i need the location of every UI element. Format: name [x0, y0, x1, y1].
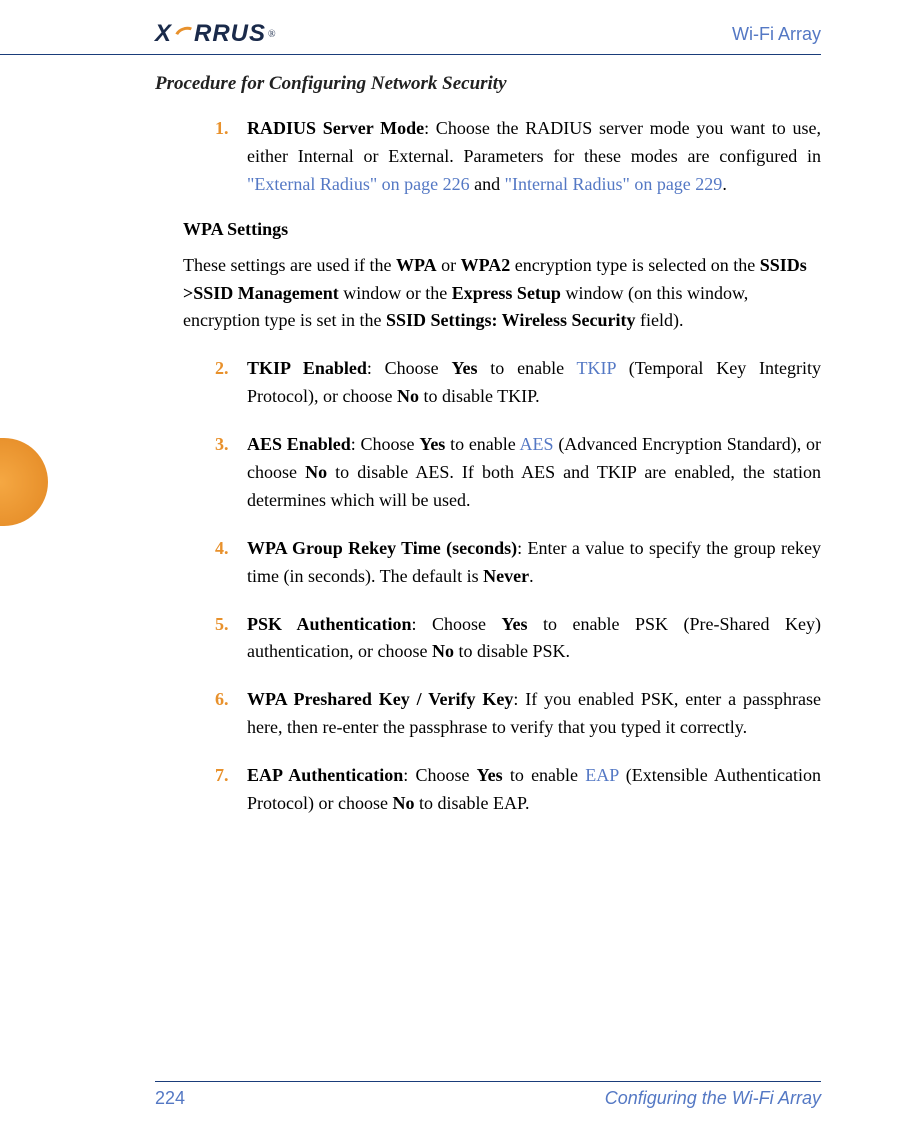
bold: Never — [483, 566, 529, 586]
bold: SSID Settings: Wireless Security — [386, 310, 636, 330]
logo-text: X — [155, 20, 172, 48]
list-number: 2. — [215, 355, 247, 411]
text: window or the — [339, 283, 452, 303]
logo-swoosh-icon — [174, 25, 192, 43]
logo-text-2: RRUS — [194, 20, 266, 48]
bold: Express Setup — [452, 283, 561, 303]
bold: Yes — [502, 614, 528, 634]
list-item-3: 3. AES Enabled: Choose Yes to enable AES… — [215, 431, 821, 515]
list-item-7: 7. EAP Authentication: Choose Yes to ena… — [215, 762, 821, 818]
list-item-4: 4. WPA Group Rekey Time (seconds): Enter… — [215, 535, 821, 591]
wpa-settings-paragraph: These settings are used if the WPA or WP… — [155, 252, 821, 336]
side-tab-decor — [0, 438, 48, 526]
page-number: 224 — [155, 1088, 185, 1109]
list-number: 4. — [215, 535, 247, 591]
text: : Choose — [403, 765, 476, 785]
term: TKIP Enabled — [247, 358, 367, 378]
text: to enable — [445, 434, 519, 454]
text: : Choose — [351, 434, 420, 454]
term: EAP Authentication — [247, 765, 403, 785]
text: : Choose — [367, 358, 452, 378]
logo-registered-icon: ® — [268, 29, 276, 40]
term: AES Enabled — [247, 434, 351, 454]
list-body: RADIUS Server Mode: Choose the RADIUS se… — [247, 115, 821, 199]
text: These settings are used if the — [183, 255, 396, 275]
procedure-title: Procedure for Configuring Network Securi… — [155, 73, 821, 95]
footer-section-title: Configuring the Wi-Fi Array — [605, 1088, 821, 1109]
xref-link[interactable]: EAP — [585, 765, 618, 785]
text: and — [470, 174, 505, 194]
list-item-5: 5. PSK Authentication: Choose Yes to ena… — [215, 611, 821, 667]
brand-logo: X RRUS ® — [155, 20, 276, 48]
term: WPA Group Rekey Time (seconds) — [247, 538, 517, 558]
list-number: 3. — [215, 431, 247, 515]
list-body: PSK Authentication: Choose Yes to enable… — [247, 611, 821, 667]
text: to disable EAP. — [414, 793, 529, 813]
bold: No — [397, 386, 419, 406]
term: PSK Authentication — [247, 614, 412, 634]
list-item-6: 6. WPA Preshared Key / Verify Key: If yo… — [215, 686, 821, 742]
xref-link[interactable]: "External Radius" on page 226 — [247, 174, 470, 194]
wpa-settings-heading: WPA Settings — [155, 219, 821, 240]
text: . — [722, 174, 727, 194]
bold: WPA2 — [461, 255, 511, 275]
xref-link[interactable]: TKIP — [577, 358, 616, 378]
list-item-1: 1. RADIUS Server Mode: Choose the RADIUS… — [215, 115, 821, 199]
text: to enable — [503, 765, 586, 785]
text: field). — [635, 310, 683, 330]
bold: No — [305, 462, 327, 482]
list-body: EAP Authentication: Choose Yes to enable… — [247, 762, 821, 818]
list-number: 6. — [215, 686, 247, 742]
bold: Yes — [451, 358, 477, 378]
xref-link[interactable]: "Internal Radius" on page 229 — [505, 174, 723, 194]
text: . — [529, 566, 534, 586]
text: : Choose — [412, 614, 502, 634]
page-footer: 224 Configuring the Wi-Fi Array — [155, 1081, 821, 1109]
bold: Yes — [477, 765, 503, 785]
bold: No — [392, 793, 414, 813]
text: to disable PSK. — [454, 641, 570, 661]
bold: Yes — [419, 434, 445, 454]
text: to enable — [477, 358, 576, 378]
bold: WPA — [396, 255, 437, 275]
page-header: X RRUS ® Wi-Fi Array — [0, 20, 821, 55]
list-body: WPA Group Rekey Time (seconds): Enter a … — [247, 535, 821, 591]
term: WPA Preshared Key / Verify Key — [247, 689, 513, 709]
list-number: 1. — [215, 115, 247, 199]
term: RADIUS Server Mode — [247, 118, 424, 138]
bold: No — [432, 641, 454, 661]
text: or — [437, 255, 461, 275]
list-body: AES Enabled: Choose Yes to enable AES (A… — [247, 431, 821, 515]
list-body: WPA Preshared Key / Verify Key: If you e… — [247, 686, 821, 742]
xref-link[interactable]: AES — [520, 434, 554, 454]
text: to disable TKIP. — [419, 386, 540, 406]
header-product-name: Wi-Fi Array — [732, 24, 821, 45]
list-item-2: 2. TKIP Enabled: Choose Yes to enable TK… — [215, 355, 821, 411]
text: encryption type is selected on the — [510, 255, 759, 275]
list-number: 5. — [215, 611, 247, 667]
text: to disable AES. If both AES and TKIP are… — [247, 462, 821, 510]
list-number: 7. — [215, 762, 247, 818]
list-body: TKIP Enabled: Choose Yes to enable TKIP … — [247, 355, 821, 411]
